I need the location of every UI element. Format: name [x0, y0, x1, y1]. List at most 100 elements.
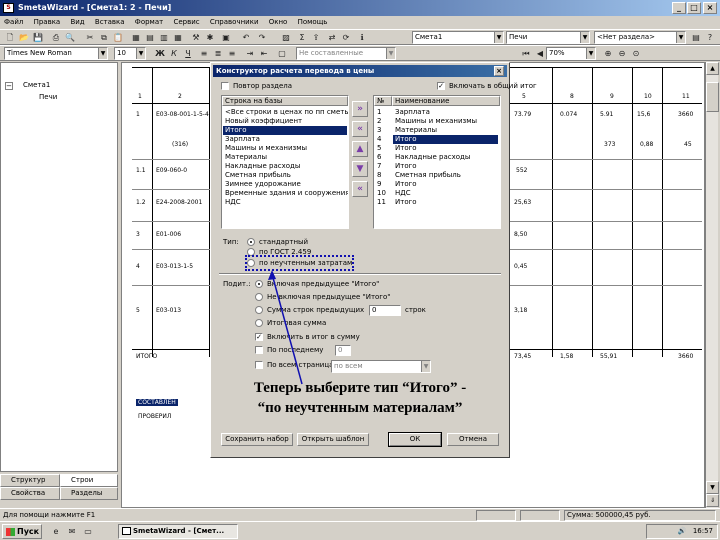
bold-icon[interactable]: Ж [154, 48, 166, 60]
chevron-down-icon[interactable]: ▼ [98, 48, 107, 59]
tree-node-pechi[interactable]: Печи [39, 93, 57, 101]
page-first-icon[interactable]: ⏮ [520, 48, 532, 60]
copy-icon[interactable]: ⧉ [98, 32, 110, 44]
filter-icon[interactable]: ▤ [690, 32, 702, 44]
scroll-down-icon[interactable]: ▼ [706, 481, 719, 494]
list-item[interactable]: <Все строки в ценах по пп сметы> [223, 108, 348, 117]
indent-icon[interactable]: ⇥ [244, 48, 256, 60]
list-item[interactable]: Накладные расходы [223, 162, 347, 171]
open-template-button[interactable]: Открыть шаблон [297, 433, 369, 446]
move-down-button[interactable]: ▼ [352, 161, 368, 177]
source-rows-list[interactable]: Строка на базы <Все строки в ценах по пп… [221, 95, 349, 229]
chevron-down-icon[interactable]: ▼ [580, 32, 589, 43]
info-icon[interactable]: ℹ [356, 32, 368, 44]
sum-icon[interactable]: Σ [296, 32, 308, 44]
menu-format[interactable]: Формат [135, 18, 163, 26]
chevron-down-icon[interactable]: ▼ [386, 48, 395, 59]
list-item[interactable]: Временные здания и сооружения [223, 189, 348, 198]
chevron-down-icon[interactable]: ▼ [676, 32, 685, 43]
cut-icon[interactable]: ✂ [84, 32, 96, 44]
scroll-thumb[interactable] [706, 82, 719, 112]
undo-icon[interactable]: ↶ [240, 32, 252, 44]
zoom-select[interactable]: 70% ▼ [546, 47, 596, 60]
cancel-button[interactable]: Отмена [447, 433, 499, 446]
grid-icon[interactable]: ▦ [172, 32, 184, 44]
export-icon[interactable]: ⇪ [310, 32, 322, 44]
composed-label[interactable]: СОСТАВЛЕН [136, 399, 178, 406]
volume-icon[interactable]: 🔊 [678, 527, 687, 535]
list-item[interactable]: НДС [223, 198, 347, 207]
save-set-button[interactable]: Сохранить набор [221, 433, 293, 446]
menu-view[interactable]: Вид [70, 18, 84, 26]
document-scrollbar[interactable]: ▲ ▼ ⇓ [705, 62, 719, 508]
include-total-checkbox[interactable]: ✓ [437, 82, 445, 90]
font-name-select[interactable]: Times New Roman ▼ [4, 47, 108, 60]
calc-icon[interactable]: ▣ [220, 32, 232, 44]
ie-icon[interactable]: e [50, 526, 62, 538]
list-item[interactable]: Машины и механизмы [223, 144, 347, 153]
border-icon[interactable]: ▢ [276, 48, 288, 60]
section-select[interactable]: Печи ▼ [506, 31, 590, 44]
move-left-button[interactable]: « [352, 121, 368, 137]
smeta-select[interactable]: Смета1 ▼ [412, 31, 504, 44]
outlook-icon[interactable]: ✉ [66, 526, 78, 538]
tab-sections[interactable]: Разделы [60, 487, 118, 500]
scroll-up-icon[interactable]: ▲ [706, 62, 719, 75]
ok-button[interactable]: ОК [388, 432, 442, 447]
remove-all-button[interactable]: « [352, 181, 368, 197]
page-down-icon[interactable]: ⇓ [706, 494, 719, 507]
preview-icon[interactable]: 🔍 [64, 32, 76, 44]
close-button[interactable]: × [703, 2, 717, 14]
move-right-button[interactable]: » [352, 101, 368, 117]
chevron-down-icon[interactable]: ▼ [421, 361, 430, 372]
list-item[interactable]: Новый коэффициент [223, 117, 347, 126]
tab-structure[interactable]: Структур [0, 474, 60, 487]
sostav-select[interactable]: Не составленные ▼ [296, 47, 396, 60]
rows-count-input[interactable]: 0 [369, 305, 401, 316]
tree-node-smeta[interactable]: Смета1 [23, 81, 50, 89]
new-icon[interactable]: 🗋 [4, 32, 16, 44]
table-insert-icon[interactable]: ▤ [144, 32, 156, 44]
refresh-icon[interactable]: ⟳ [340, 32, 352, 44]
zoom-in-icon[interactable]: ⊕ [602, 48, 614, 60]
zoom-out-icon[interactable]: ⊖ [616, 48, 628, 60]
page-prev-icon[interactable]: ◀ [534, 48, 546, 60]
tools-icon[interactable]: ⚒ [190, 32, 202, 44]
taskbar-app-button[interactable]: SmetaWizard - [Смет... [118, 524, 238, 539]
align-center-icon[interactable]: ≣ [212, 48, 224, 60]
table-delete-icon[interactable]: ▥ [158, 32, 170, 44]
align-right-icon[interactable]: ≡ [226, 48, 238, 60]
tab-properties[interactable]: Свойства [0, 487, 60, 500]
zoom-fit-icon[interactable]: ⊙ [630, 48, 642, 60]
open-icon[interactable]: 📂 [18, 32, 30, 44]
wizard-icon[interactable]: ✱ [204, 32, 216, 44]
minimize-button[interactable]: _ [672, 2, 686, 14]
type-radio-standard[interactable] [247, 238, 255, 246]
chevron-down-icon[interactable]: ▼ [586, 48, 595, 59]
italic-icon[interactable]: К [168, 48, 180, 60]
redo-icon[interactable]: ↷ [256, 32, 268, 44]
list-item[interactable]: Зимнее удорожание [223, 180, 347, 189]
font-size-select[interactable]: 10 ▼ [114, 47, 146, 60]
result-rows-list[interactable]: № Наименование 1 Зарплата 2 Машины и механ… [373, 95, 501, 229]
save-icon[interactable]: 💾 [32, 32, 44, 44]
desktop-icon[interactable]: ▭ [82, 526, 94, 538]
list-item[interactable]: Зарплата [223, 135, 347, 144]
list-item[interactable]: Материалы [223, 153, 347, 162]
list-item[interactable]: Сметная прибыль [223, 171, 347, 180]
chevron-down-icon[interactable]: ▼ [494, 32, 503, 43]
paste-icon[interactable]: 📋 [112, 32, 124, 44]
underline-icon[interactable]: Ч [182, 48, 194, 60]
maximize-button[interactable]: □ [687, 2, 701, 14]
menu-edit[interactable]: Правка [34, 18, 61, 26]
help-icon[interactable]: ? [704, 32, 716, 44]
collapse-icon[interactable]: − [5, 82, 13, 90]
repeat-section-checkbox[interactable] [221, 82, 229, 90]
razdel-select[interactable]: <Нет разделa> ▼ [594, 31, 686, 44]
menu-references[interactable]: Справочники [210, 18, 259, 26]
outdent-icon[interactable]: ⇤ [258, 48, 270, 60]
chevron-down-icon[interactable]: ▼ [136, 48, 145, 59]
arrows-icon[interactable]: ⇄ [326, 32, 338, 44]
menu-tools[interactable]: Сервис [173, 18, 199, 26]
align-left-icon[interactable]: ≡ [198, 48, 210, 60]
